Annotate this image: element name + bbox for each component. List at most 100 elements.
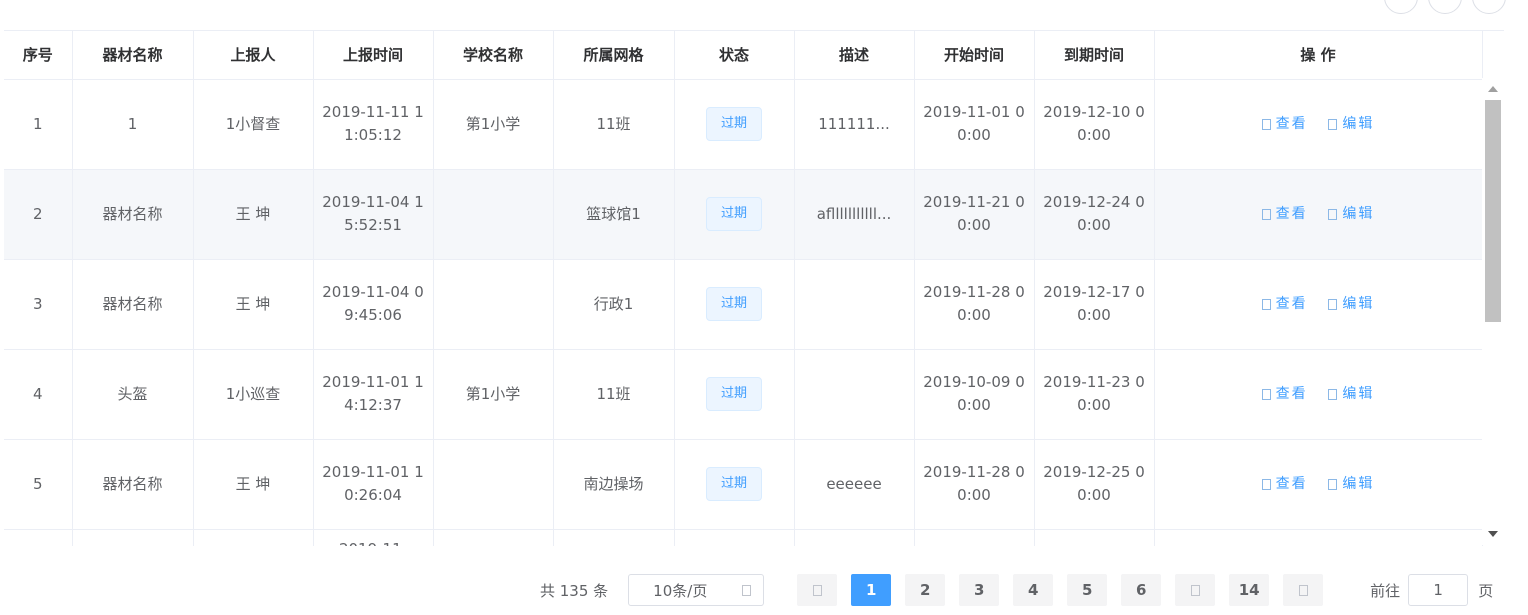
cell-reporter xyxy=(193,529,314,546)
cell-description xyxy=(794,259,915,350)
next-page-button[interactable] xyxy=(1283,574,1324,606)
cell-start-time xyxy=(914,529,1035,546)
cell-school xyxy=(433,529,554,546)
table-row[interactable]: 3 器材名称 王 坤 2019-11-04 09:45:06 行政1 过期 20… xyxy=(4,259,1483,350)
edit-icon xyxy=(1328,388,1338,400)
page-button-6[interactable]: 6 xyxy=(1121,574,1162,606)
scroll-up-arrow-icon[interactable] xyxy=(1488,86,1498,92)
col-header-reporter: 上报人 xyxy=(193,31,314,80)
edit-button[interactable]: 编辑 xyxy=(1328,206,1374,222)
view-icon xyxy=(1261,118,1271,130)
scrollbar-thumb[interactable] xyxy=(1485,100,1501,322)
edit-button[interactable]: 编辑 xyxy=(1328,296,1374,312)
cell-reporter: 王 坤 xyxy=(193,439,314,530)
cell-equipment: 头盔 xyxy=(72,349,194,440)
cell-end-time: 2019-12-10 00:00 xyxy=(1034,79,1155,170)
cell-report-time: 2019-11-04 09:45:06 xyxy=(313,259,434,350)
col-header-start-time: 开始时间 xyxy=(914,31,1035,80)
circle-button[interactable] xyxy=(1384,0,1418,14)
cell-school: 第1小学 xyxy=(433,349,554,440)
cell-description: 111111... xyxy=(794,79,915,170)
view-button[interactable]: 查看 xyxy=(1261,386,1308,402)
circle-button[interactable] xyxy=(1472,0,1506,14)
cell-report-time: 2019-11-01 14:12:37 xyxy=(313,349,434,440)
page-button-4[interactable]: 4 xyxy=(1013,574,1054,606)
more-icon xyxy=(1190,585,1200,596)
cell-start-time: 2019-11-28 00:00 xyxy=(914,439,1035,530)
cell-start-time: 2019-10-09 00:00 xyxy=(914,349,1035,440)
table-row[interactable]: 4 头盔 1小巡查 2019-11-01 14:12:37 第1小学 11班 过… xyxy=(4,349,1483,440)
cell-end-time: 2019-12-17 00:00 xyxy=(1034,259,1155,350)
cell-index: 4 xyxy=(4,349,73,440)
col-header-grid: 所属网格 xyxy=(553,31,675,80)
cell-description xyxy=(794,529,915,546)
view-button[interactable]: 查看 xyxy=(1261,116,1308,132)
edit-button[interactable]: 编辑 xyxy=(1328,476,1374,492)
status-badge: 过期 xyxy=(705,107,762,141)
chevron-down-icon xyxy=(742,584,752,596)
page-jumper: 前往 页 xyxy=(1370,574,1493,606)
col-header-equipment: 器材名称 xyxy=(72,31,194,80)
cell-grid: 行政1 xyxy=(553,259,675,350)
table-row[interactable]: 5 器材名称 王 坤 2019-11-01 10:26:04 南边操场 过期 e… xyxy=(4,439,1483,530)
edit-button[interactable]: 编辑 xyxy=(1328,386,1374,402)
cell-equipment: 1 xyxy=(72,79,194,170)
cell-actions: 查看 编辑 xyxy=(1154,79,1483,170)
page-button-1[interactable]: 1 xyxy=(851,574,892,606)
col-header-end-time: 到期时间 xyxy=(1034,31,1155,80)
status-badge: 过期 xyxy=(705,197,762,231)
view-button[interactable]: 查看 xyxy=(1261,296,1308,312)
scroll-down-arrow-icon[interactable] xyxy=(1488,531,1498,537)
top-controls xyxy=(1384,0,1506,14)
cell-reporter: 1小督查 xyxy=(193,79,314,170)
cell-index: 2 xyxy=(4,169,73,260)
cell-end-time: 2019-12-25 00:00 xyxy=(1034,439,1155,530)
col-header-school: 学校名称 xyxy=(433,31,554,80)
goto-page-input[interactable] xyxy=(1408,574,1469,606)
cell-school xyxy=(433,439,554,530)
edit-button[interactable]: 编辑 xyxy=(1328,116,1374,132)
view-icon xyxy=(1261,298,1271,310)
table-row[interactable]: 2 器材名称 王 坤 2019-11-04 15:52:51 篮球馆1 过期 a… xyxy=(4,169,1483,260)
cell-end-time: 2019-11-23 00:00 xyxy=(1034,349,1155,440)
cell-grid xyxy=(553,529,675,546)
table-row[interactable]: 2019-11- xyxy=(4,529,1483,546)
cell-equipment: 器材名称 xyxy=(72,439,194,530)
cell-reporter: 王 坤 xyxy=(193,169,314,260)
cell-index: 5 xyxy=(4,439,73,530)
table-row[interactable]: 1 1 1小督查 2019-11-11 11:05:12 第1小学 11班 过期… xyxy=(4,79,1483,170)
cell-report-time: 2019-11-01 10:26:04 xyxy=(313,439,434,530)
chevron-left-icon xyxy=(812,585,822,596)
page-button-last[interactable]: 14 xyxy=(1229,574,1270,606)
prev-page-button[interactable] xyxy=(797,574,838,606)
page-button-5[interactable]: 5 xyxy=(1067,574,1108,606)
chevron-right-icon xyxy=(1298,585,1308,596)
cell-reporter: 王 坤 xyxy=(193,259,314,350)
cell-school xyxy=(433,259,554,350)
pagination: 共 135 条 10条/页 1 2 3 4 5 6 14 前往 页 xyxy=(540,574,1493,606)
view-button[interactable]: 查看 xyxy=(1261,206,1308,222)
cell-start-time: 2019-11-28 00:00 xyxy=(914,259,1035,350)
cell-school xyxy=(433,169,554,260)
view-icon xyxy=(1261,478,1271,490)
cell-equipment xyxy=(72,529,194,546)
more-pages-button[interactable] xyxy=(1175,574,1216,606)
page-button-3[interactable]: 3 xyxy=(959,574,1000,606)
cell-grid: 篮球馆1 xyxy=(553,169,675,260)
page-size-select[interactable]: 10条/页 xyxy=(628,574,765,606)
col-header-description: 描述 xyxy=(794,31,915,80)
vertical-scrollbar[interactable] xyxy=(1482,78,1504,545)
col-header-report-time: 上报时间 xyxy=(313,31,434,80)
cell-status xyxy=(674,529,795,546)
cell-reporter: 1小巡查 xyxy=(193,349,314,440)
view-button[interactable]: 查看 xyxy=(1261,476,1308,492)
cell-grid: 南边操场 xyxy=(553,439,675,530)
cell-actions: 查看 编辑 xyxy=(1154,349,1483,440)
circle-button[interactable] xyxy=(1428,0,1462,14)
status-badge: 过期 xyxy=(705,377,762,411)
cell-equipment: 器材名称 xyxy=(72,169,194,260)
cell-status: 过期 xyxy=(674,169,795,260)
cell-actions: 查看 编辑 xyxy=(1154,169,1483,260)
page-button-2[interactable]: 2 xyxy=(905,574,946,606)
cell-equipment: 器材名称 xyxy=(72,259,194,350)
